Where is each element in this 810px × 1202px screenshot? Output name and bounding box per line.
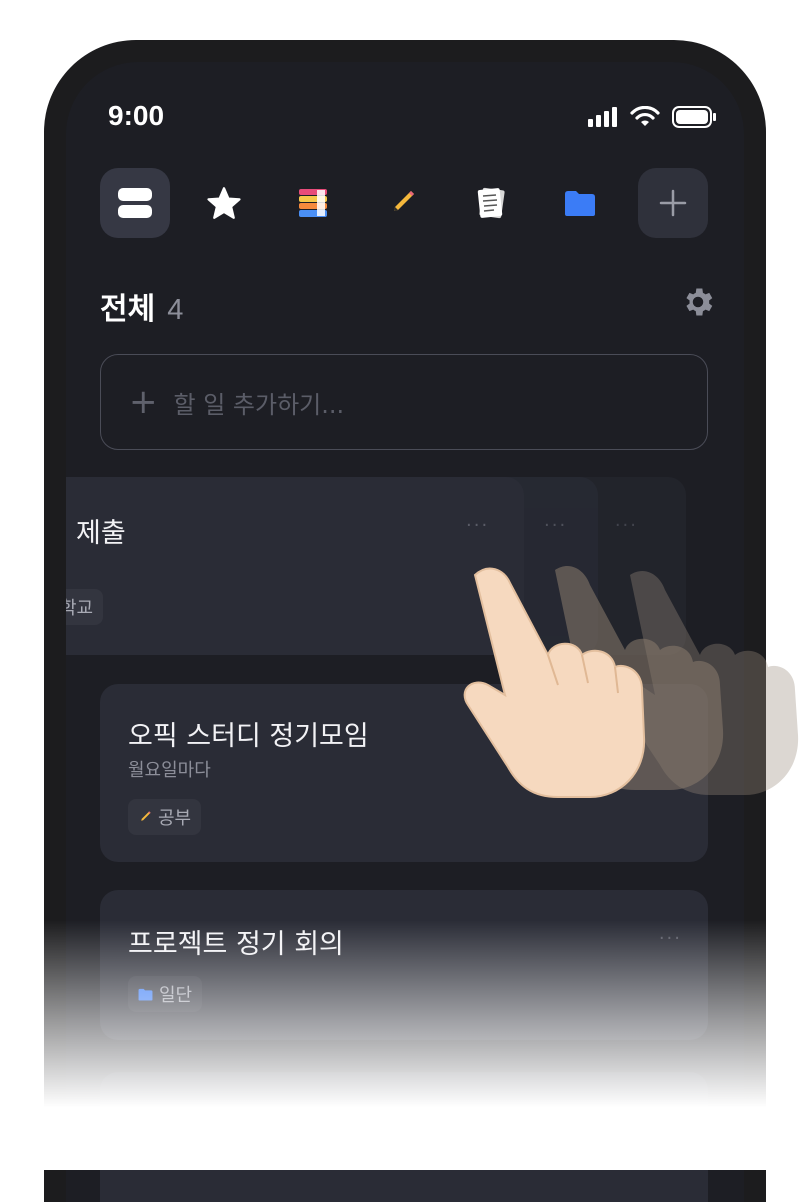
gear-icon[interactable]: [680, 284, 716, 320]
more-icon: ···: [614, 515, 638, 536]
task-title: 오픽 스터디 정기모임: [128, 721, 369, 752]
task-card[interactable]: 오픽 스터디 정기모임 월요일마다 공부: [100, 684, 708, 862]
task-title: 프로젝트 정기 회의: [128, 929, 344, 960]
task-title: 제출: [76, 518, 126, 549]
tab-books[interactable]: [278, 168, 348, 238]
star-icon: [207, 187, 241, 219]
list-header: 전체 4: [100, 284, 183, 328]
page-title: 전체: [100, 292, 156, 327]
list-icon: [118, 188, 152, 218]
task-card[interactable]: [100, 1072, 708, 1202]
more-icon[interactable]: ···: [659, 928, 682, 949]
tab-folder[interactable]: [545, 168, 615, 238]
task-card[interactable]: 프로젝트 정기 회의 ··· 일단: [100, 890, 708, 1040]
add-task-input[interactable]: + 할 일 추가하기...: [100, 354, 708, 450]
plus-icon: +: [129, 382, 158, 422]
category-tabbar: [100, 168, 710, 238]
folder-icon: [138, 988, 153, 1001]
signal-icon: [588, 107, 617, 127]
wifi-icon: [630, 106, 660, 126]
task-tag-label: 공부: [158, 808, 192, 829]
task-tag: 일단: [128, 976, 203, 1012]
status-time: 9:00: [108, 100, 165, 131]
more-icon: ···: [544, 515, 568, 536]
tab-all[interactable]: [100, 168, 170, 238]
status-icons: [588, 106, 718, 128]
task-count: 4: [167, 294, 184, 326]
pencil-icon: [394, 191, 414, 211]
notes-icon: [477, 187, 505, 219]
more-icon[interactable]: ···: [466, 515, 489, 536]
phone-frame: 9:00 전체 4 + 할 일 추가하기... ··· ··· 제출 ··· 학…: [44, 40, 766, 1202]
add-category-button[interactable]: [638, 168, 708, 238]
pencil-icon: [141, 811, 151, 821]
plus-icon: [659, 189, 687, 217]
tab-notes[interactable]: [456, 168, 526, 238]
books-icon: [299, 189, 327, 217]
tab-pencil[interactable]: [367, 168, 437, 238]
battery-icon: [672, 106, 716, 128]
folder-icon: [565, 191, 595, 216]
task-recurrence: 월요일마다: [128, 760, 211, 781]
task-tag-label: 일단: [159, 985, 193, 1006]
task-tag: 공부: [128, 799, 202, 835]
app-screen: 9:00 전체 4 + 할 일 추가하기... ··· ··· 제출 ··· 학…: [66, 62, 744, 1202]
add-task-placeholder: 할 일 추가하기...: [173, 390, 345, 419]
tab-favorites[interactable]: [189, 168, 259, 238]
task-card-swiped[interactable]: 제출 ··· 학교: [66, 477, 524, 655]
task-tag-label: 학교: [66, 598, 94, 619]
task-tag: 학교: [66, 589, 104, 625]
